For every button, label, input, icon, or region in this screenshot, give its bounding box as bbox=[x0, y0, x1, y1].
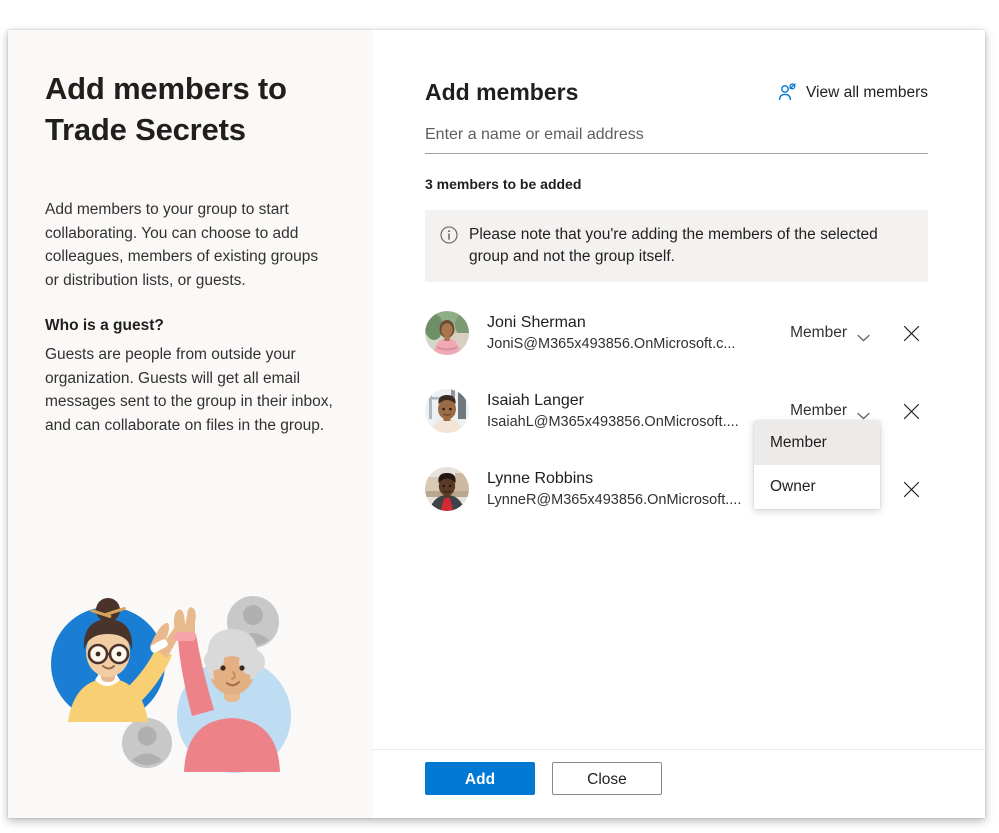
members-count-label: 3 members to be added bbox=[425, 176, 582, 192]
intro-paragraph: Add members to your group to start colla… bbox=[45, 201, 319, 289]
info-side-panel: Add members to Trade Secrets Add members… bbox=[8, 30, 373, 818]
info-banner: Please note that you're adding the membe… bbox=[425, 210, 928, 282]
isaiah-langer-avatar bbox=[425, 389, 469, 433]
chevron-down-icon bbox=[857, 329, 870, 342]
two-people-high-five-illustration bbox=[46, 576, 314, 796]
panel-title: Add members bbox=[425, 79, 579, 105]
member-identity: Isaiah Langer IsaiahL@M365x493856.OnMicr… bbox=[487, 390, 788, 432]
role-option-owner[interactable]: Owner bbox=[754, 465, 880, 509]
guest-paragraph: Guests are people from outside your orga… bbox=[45, 346, 333, 434]
member-email: JoniS@M365x493856.OnMicrosoft.c... bbox=[487, 336, 736, 352]
remove-member-button[interactable] bbox=[898, 476, 924, 502]
role-value: Member bbox=[790, 324, 847, 341]
dialog-footer: Add Close bbox=[425, 762, 662, 795]
view-all-members-label: View all members bbox=[805, 84, 928, 101]
page-title: Add members to Trade Secrets bbox=[45, 71, 287, 147]
member-search-input[interactable] bbox=[425, 124, 928, 146]
pending-members-list: Joni Sherman JoniS@M365x493856.OnMicroso… bbox=[425, 294, 928, 528]
footer-divider bbox=[373, 749, 985, 750]
info-icon bbox=[440, 226, 458, 244]
member-email: IsaiahL@M365x493856.OnMicrosoft.... bbox=[487, 414, 739, 430]
member-name: Lynne Robbins bbox=[487, 470, 594, 487]
search-field-wrapper bbox=[425, 124, 928, 154]
member-email: LynneR@M365x493856.OnMicrosoft.... bbox=[487, 492, 742, 508]
chevron-down-icon bbox=[857, 407, 870, 420]
member-identity: Lynne Robbins LynneR@M365x493856.OnMicro… bbox=[487, 468, 788, 510]
close-icon bbox=[903, 481, 919, 497]
role-dropdown-trigger[interactable]: Member bbox=[788, 319, 872, 347]
close-icon bbox=[903, 403, 919, 419]
lynne-robbins-avatar bbox=[425, 467, 469, 511]
info-banner-text: Please note that you're adding the membe… bbox=[469, 226, 878, 265]
role-dropdown-menu[interactable]: Member Owner bbox=[754, 421, 880, 509]
guest-subheading: Who is a guest? bbox=[45, 317, 164, 334]
panel-header: Add members View all members bbox=[425, 78, 928, 107]
add-members-main-panel: Add members View all members Enter a nam… bbox=[373, 30, 985, 818]
remove-member-button[interactable] bbox=[898, 398, 924, 424]
add-members-dialog: Add members to Trade Secrets Add members… bbox=[8, 30, 985, 818]
person-add-icon bbox=[778, 83, 797, 102]
role-value: Member bbox=[790, 402, 847, 419]
table-row: Joni Sherman JoniS@M365x493856.OnMicroso… bbox=[425, 294, 928, 372]
view-all-members-link[interactable]: View all members bbox=[778, 83, 928, 102]
member-name: Isaiah Langer bbox=[487, 392, 584, 409]
close-icon bbox=[903, 325, 919, 341]
placeholder-avatar-bottom bbox=[122, 718, 172, 768]
close-button[interactable]: Close bbox=[552, 762, 662, 795]
add-button[interactable]: Add bbox=[425, 762, 535, 795]
member-name: Joni Sherman bbox=[487, 314, 586, 331]
joni-sherman-avatar bbox=[425, 311, 469, 355]
remove-member-button[interactable] bbox=[898, 320, 924, 346]
role-option-member[interactable]: Member bbox=[754, 421, 880, 465]
member-identity: Joni Sherman JoniS@M365x493856.OnMicroso… bbox=[487, 312, 788, 354]
